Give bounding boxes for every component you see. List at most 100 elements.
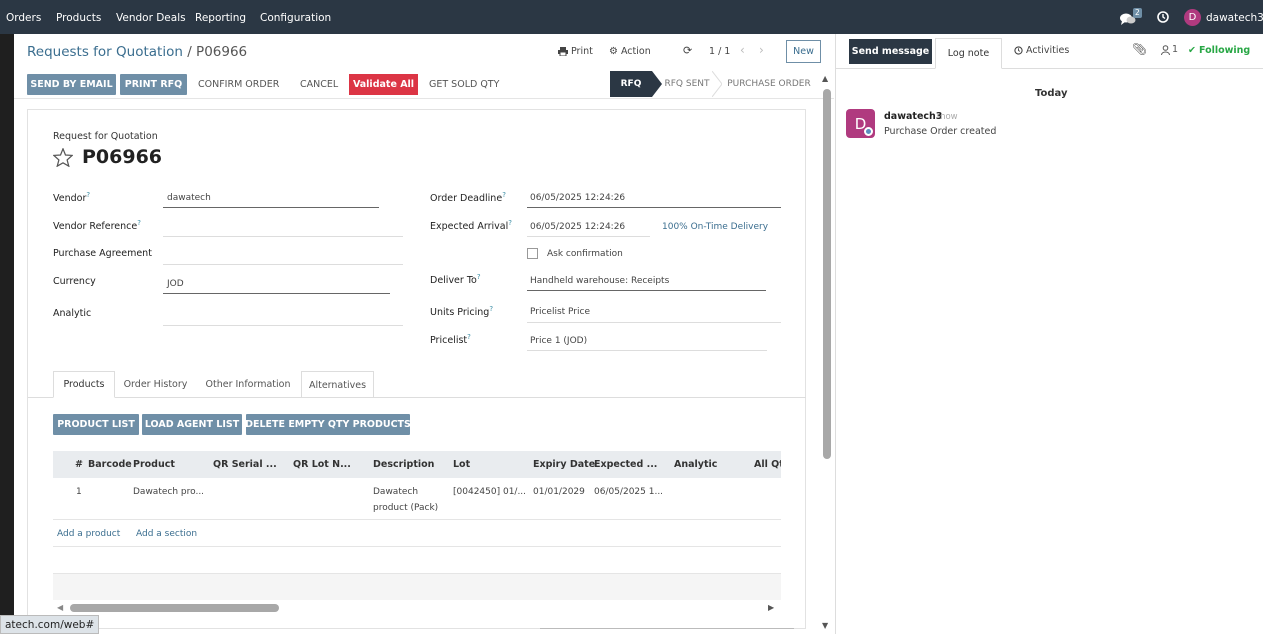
units-pricing-field[interactable]: Pricelist Price: [530, 307, 590, 317]
cancel-button[interactable]: CANCEL: [300, 74, 338, 95]
print-rfq-button[interactable]: PRINT RFQ: [120, 74, 187, 95]
hscroll-left-icon[interactable]: ◀: [57, 603, 63, 612]
vendor-underline: [163, 207, 379, 208]
followers-button[interactable]: 1: [1161, 44, 1178, 55]
vscroll-thumb[interactable]: [823, 89, 831, 459]
add-section-link[interactable]: Add a section: [136, 529, 197, 539]
tab-order-history[interactable]: Order History: [117, 371, 194, 398]
validate-all-button[interactable]: Validate All: [349, 74, 418, 95]
col-expiry-date[interactable]: Expiry Date: [533, 459, 595, 470]
pricelist-underline: [527, 350, 767, 351]
load-agent-list-button[interactable]: LOAD AGENT LIST: [142, 414, 242, 435]
tab-alternatives[interactable]: Alternatives: [301, 371, 374, 398]
printer-icon: [558, 47, 568, 56]
col-lot[interactable]: Lot: [453, 459, 470, 470]
star-icon[interactable]: [53, 148, 73, 167]
message-author[interactable]: dawatech3: [884, 111, 942, 122]
check-icon: ✔: [1188, 45, 1196, 56]
print-label: Print: [571, 46, 593, 57]
top-navbar: Orders Products Vendor Deals Reporting C…: [0, 0, 1263, 34]
hscroll-thumb[interactable]: [70, 604, 279, 612]
user-icon: [1161, 44, 1170, 55]
menu-products[interactable]: Products: [56, 12, 101, 24]
refresh-icon[interactable]: ⟳: [683, 44, 692, 57]
row-expiry[interactable]: 01/01/2029: [533, 487, 585, 497]
vendor-field[interactable]: dawatech: [167, 193, 211, 203]
table-row[interactable]: [53, 479, 781, 520]
print-button[interactable]: Print: [558, 46, 593, 57]
ask-confirmation-label: Ask confirmation: [547, 249, 623, 259]
order-deadline-underline: [527, 207, 781, 208]
row-description-line1[interactable]: Dawatech: [373, 487, 418, 497]
col-number[interactable]: #: [75, 459, 83, 470]
col-barcode[interactable]: Barcode: [88, 459, 132, 470]
confirm-order-button[interactable]: CONFIRM ORDER: [198, 74, 279, 95]
vscroll-up-icon[interactable]: ▲: [822, 74, 828, 83]
row-expected[interactable]: 06/05/2025 1...: [594, 487, 663, 497]
tab-products[interactable]: Products: [53, 371, 115, 398]
clock-icon[interactable]: [1157, 11, 1169, 23]
stage-rfq-sent[interactable]: RFQ SENT: [662, 71, 712, 97]
menu-orders[interactable]: Orders: [6, 12, 41, 24]
currency-label: Currency: [53, 276, 96, 287]
menu-vendor-deals[interactable]: Vendor Deals: [116, 12, 186, 24]
purchase-agreement-field[interactable]: [163, 264, 403, 265]
hscroll-right-icon[interactable]: ▶: [768, 603, 774, 612]
analytic-label: Analytic: [53, 308, 92, 319]
following-button[interactable]: ✔ Following: [1188, 45, 1250, 56]
deliver-to-underline: [527, 290, 766, 291]
delete-empty-qty-button[interactable]: DELETE EMPTY QTY PRODUCTS: [245, 414, 411, 435]
paperclip-icon[interactable]: 📎︎: [1132, 42, 1147, 56]
menu-configuration[interactable]: Configuration: [260, 12, 331, 24]
vscroll-down-icon[interactable]: ▼: [822, 621, 828, 630]
col-qr-lot[interactable]: QR Lot N...: [293, 459, 351, 470]
log-note-button[interactable]: Log note: [935, 38, 1002, 69]
tab-other-information[interactable]: Other Information: [199, 371, 297, 398]
chatter-divider: [835, 34, 836, 634]
stage-rfq[interactable]: RFQ: [610, 71, 652, 97]
product-list-button[interactable]: PRODUCT LIST: [53, 414, 139, 435]
send-by-email-button[interactable]: SEND BY EMAIL: [27, 74, 116, 95]
activities-button[interactable]: Activities: [1014, 45, 1069, 56]
stage-purchase-order[interactable]: PURCHASE ORDER: [724, 71, 814, 97]
stage-arrow-active: [652, 71, 662, 97]
units-pricing-label: Units Pricing?: [430, 305, 494, 319]
messages-button[interactable]: 2: [1120, 8, 1146, 27]
vendor-reference-field[interactable]: [163, 236, 403, 237]
row-lot[interactable]: [0042450] 01/...: [453, 487, 526, 497]
row-product[interactable]: Dawatech pro...: [133, 487, 204, 497]
col-expected[interactable]: Expected ...: [594, 459, 657, 470]
action-button[interactable]: ⚙ Action: [609, 46, 651, 57]
breadcrumb-parent[interactable]: Requests for Quotation: [27, 44, 183, 60]
stage-arrow: [712, 71, 722, 97]
ask-confirmation-checkbox[interactable]: [527, 248, 538, 259]
on-time-delivery-link[interactable]: 100% On-Time Delivery: [662, 222, 768, 232]
get-sold-qty-button[interactable]: GET SOLD QTY: [429, 74, 499, 95]
clock-icon: [1014, 46, 1023, 55]
col-description[interactable]: Description: [373, 459, 434, 470]
col-qr-serial[interactable]: QR Serial ...: [213, 459, 277, 470]
pager-value[interactable]: 1 / 1: [709, 46, 730, 57]
menu-reporting[interactable]: Reporting: [195, 12, 246, 24]
pager-next-icon[interactable]: ›: [759, 43, 764, 57]
row-description-line2[interactable]: product (Pack): [373, 503, 438, 513]
add-product-link[interactable]: Add a product: [57, 529, 120, 539]
deliver-to-field[interactable]: Handheld warehouse: Receipts: [530, 276, 669, 286]
user-avatar[interactable]: D: [1184, 9, 1201, 26]
chatter-tabs-line-left: [836, 68, 935, 69]
order-deadline-field[interactable]: 06/05/2025 12:24:26: [530, 193, 625, 203]
units-pricing-underline: [527, 322, 781, 323]
expected-arrival-field[interactable]: 06/05/2025 12:24:26: [530, 222, 625, 232]
currency-field[interactable]: JOD: [167, 279, 184, 289]
pager-prev-icon[interactable]: ‹: [740, 43, 745, 57]
col-all-qty[interactable]: All Qt: [754, 459, 781, 470]
analytic-field[interactable]: [163, 325, 403, 326]
date-separator: Today: [1035, 88, 1068, 99]
deliver-to-label: Deliver To?: [430, 273, 481, 287]
send-message-button[interactable]: Send message: [849, 39, 932, 64]
new-button[interactable]: New: [786, 40, 821, 63]
user-name[interactable]: dawatech3: [1206, 12, 1263, 24]
pricelist-field[interactable]: Price 1 (JOD): [530, 336, 587, 346]
col-analytic[interactable]: Analytic: [674, 459, 717, 470]
col-product[interactable]: Product: [133, 459, 175, 470]
